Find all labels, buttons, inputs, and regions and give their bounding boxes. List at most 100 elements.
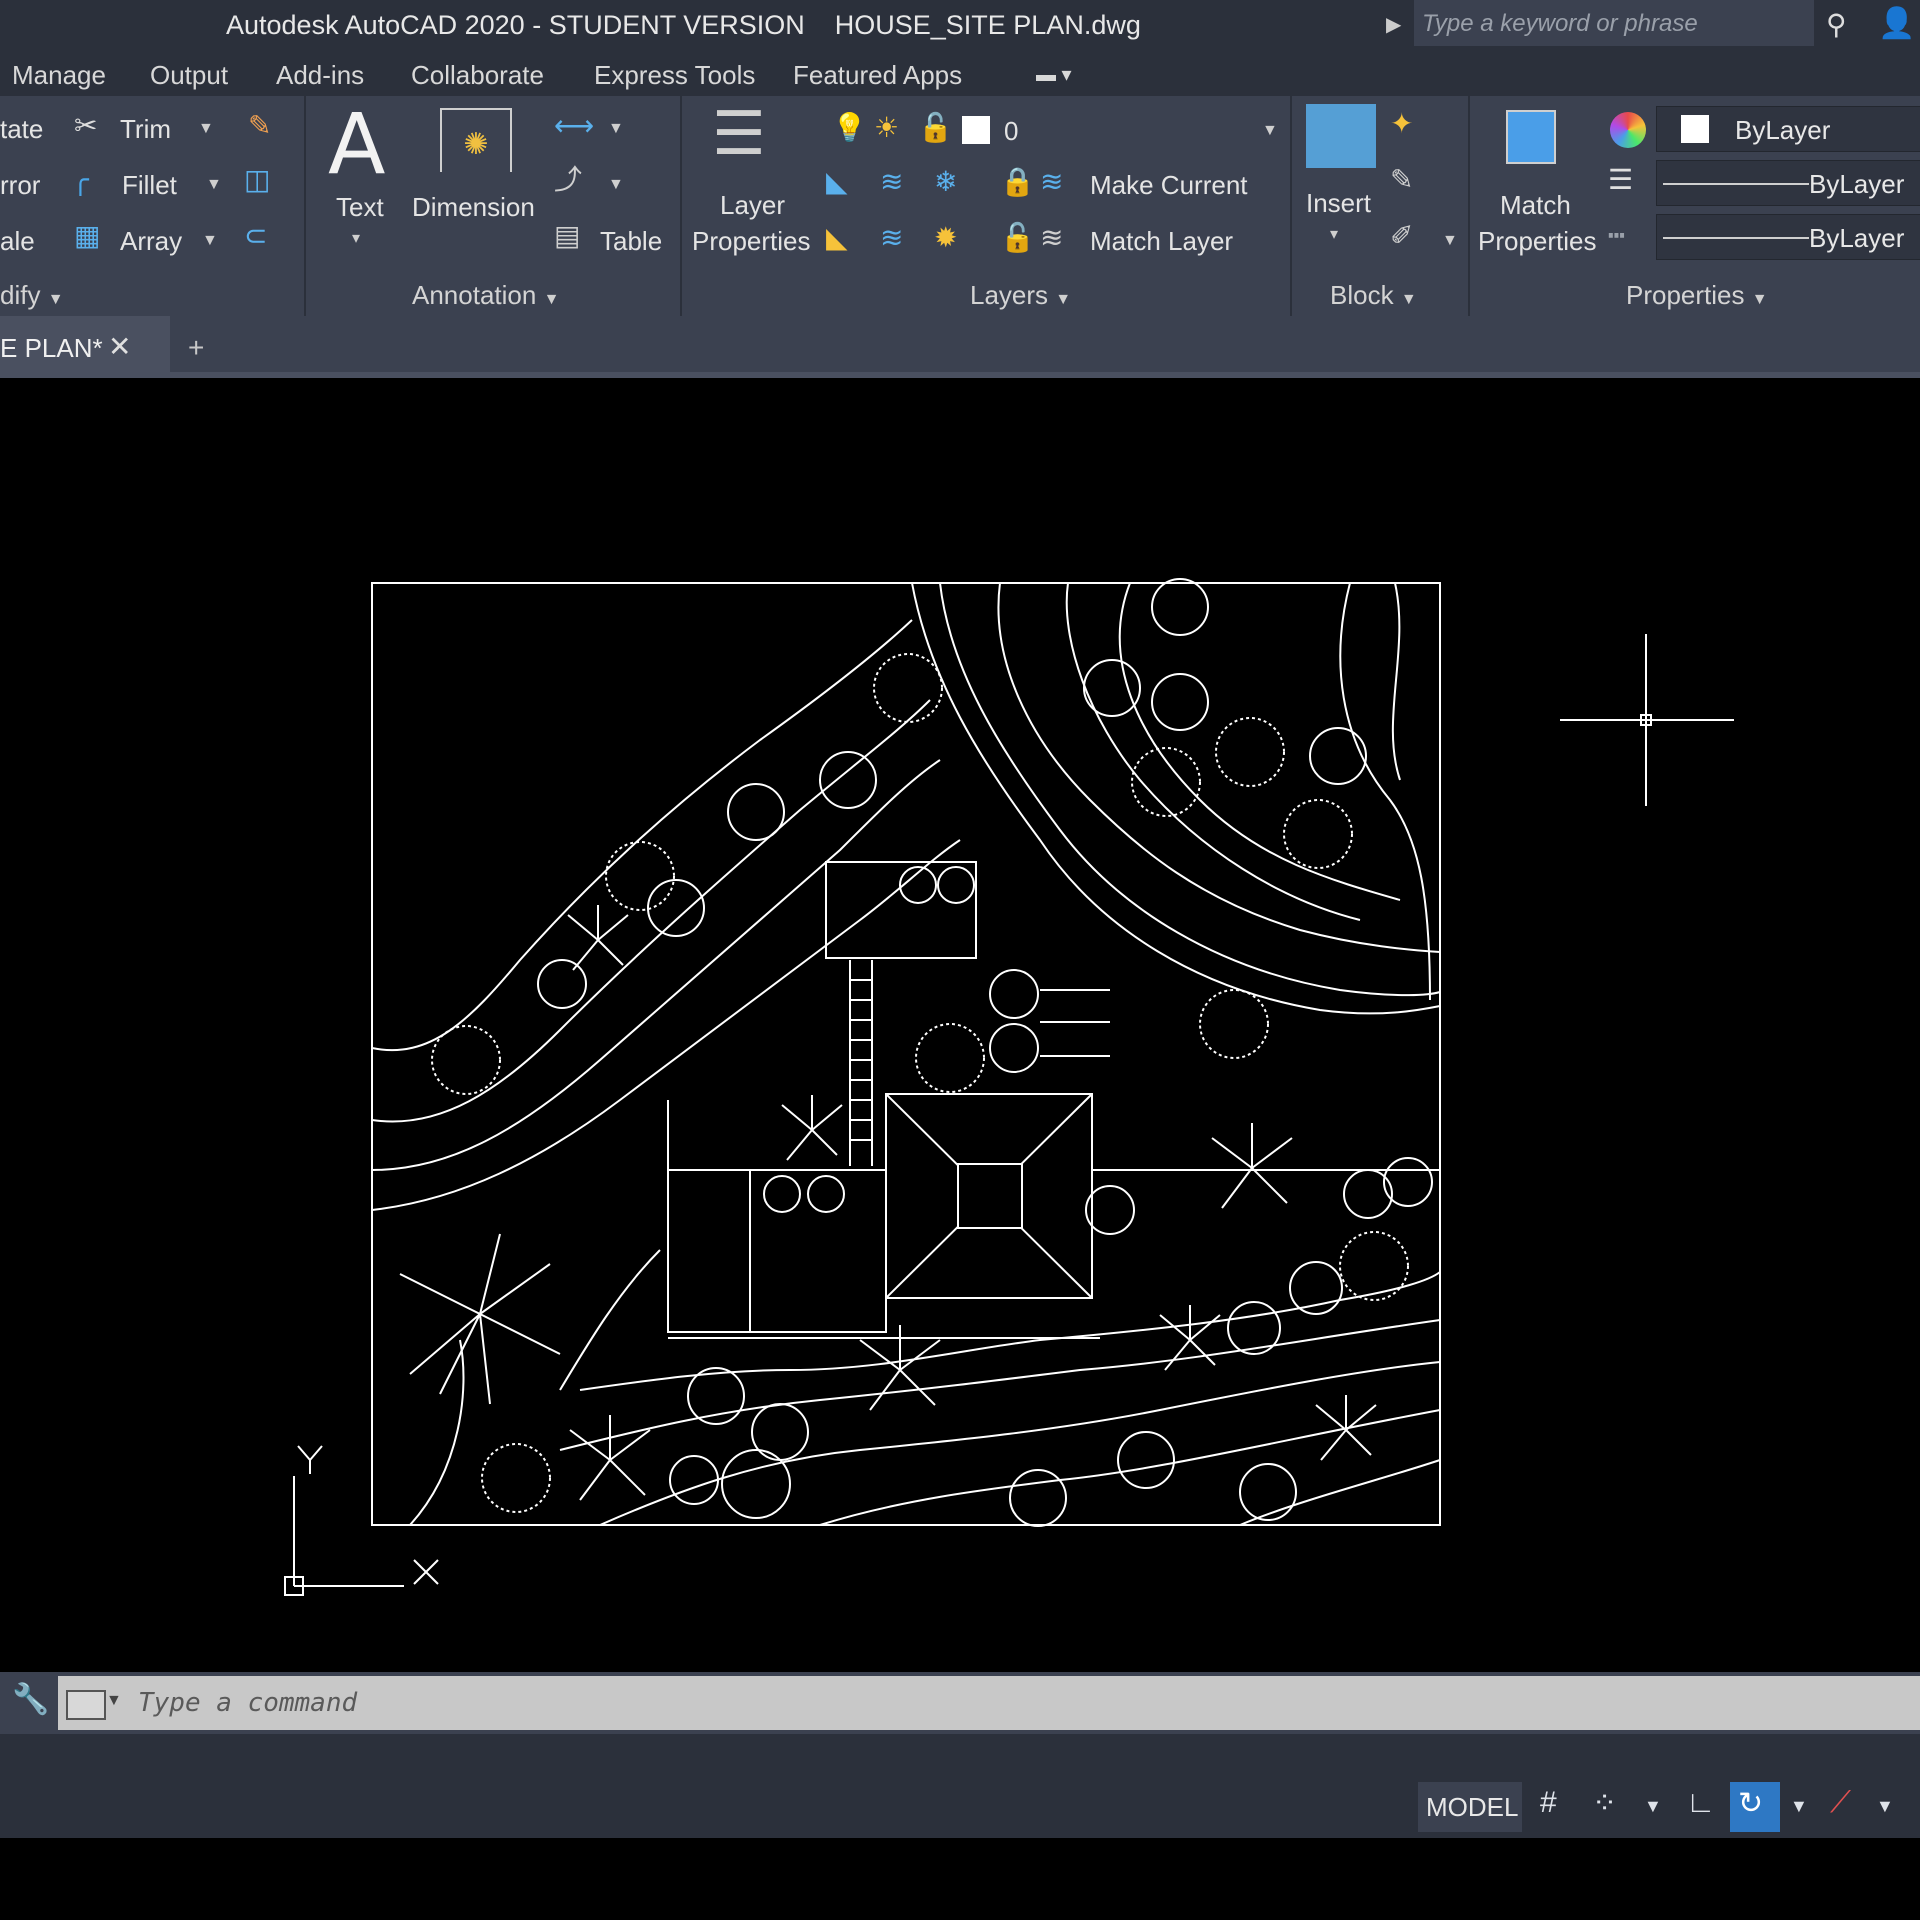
block-dropdown-icon[interactable]: ▼: [1442, 232, 1458, 250]
unlock-icon[interactable]: 🔓: [918, 114, 953, 142]
leader-icon[interactable]: ⤴: [554, 166, 582, 194]
command-history-icon[interactable]: [66, 1690, 106, 1720]
layer-freeze-icon[interactable]: ❄: [934, 168, 957, 196]
layer-properties-icon[interactable]: ☰: [712, 104, 766, 164]
isodraft-icon[interactable]: ⟋: [1830, 1786, 1851, 1820]
ortho-icon[interactable]: ∟: [1686, 1786, 1715, 1820]
explode-icon[interactable]: ◫: [244, 166, 270, 194]
linetype-value: ByLayer: [1809, 223, 1905, 253]
modify-panel-title[interactable]: dify ▼: [0, 280, 64, 311]
site-plan-drawing: [284, 578, 1734, 1596]
insert-block-icon[interactable]: [1306, 104, 1376, 168]
table-icon[interactable]: ▤: [554, 222, 580, 250]
drawing-canvas[interactable]: [0, 378, 1920, 1672]
model-label: MODEL: [1426, 1792, 1519, 1822]
lightbulb-icon[interactable]: 💡: [832, 114, 867, 142]
snap-dropdown-icon[interactable]: ▼: [1644, 1796, 1662, 1817]
insert-dropdown-icon[interactable]: ▾: [1330, 224, 1338, 244]
grid-icon[interactable]: #: [1540, 1786, 1557, 1820]
annotation-panel-title[interactable]: Annotation ▼: [412, 280, 559, 311]
layer-unisolate-icon[interactable]: ≋: [880, 224, 903, 252]
scissors-icon: ✂: [74, 110, 98, 141]
tab-featured-apps[interactable]: Featured Apps: [793, 60, 962, 91]
create-block-icon[interactable]: ✦: [1390, 110, 1413, 138]
layer-on-icon[interactable]: ◣: [826, 224, 848, 252]
layer-lock-icon[interactable]: 🔒: [1000, 168, 1035, 196]
trim-dropdown-icon[interactable]: ▼: [198, 120, 214, 138]
tab-add-ins[interactable]: Add-ins: [276, 60, 364, 91]
make-current-button[interactable]: Make Current: [1090, 170, 1248, 201]
linear-dimension-dropdown-icon[interactable]: ▼: [608, 120, 624, 138]
color-wheel-icon[interactable]: [1610, 112, 1646, 148]
text-icon[interactable]: A: [328, 102, 385, 186]
color-value: ByLayer: [1735, 115, 1831, 145]
contour-line: [1065, 582, 1361, 921]
expand-arrow-icon[interactable]: ▶: [1386, 12, 1401, 37]
close-icon[interactable]: ✕: [108, 330, 131, 363]
search-placeholder: Type a keyword or phrase: [1422, 10, 1698, 37]
match-properties-label-2[interactable]: Properties: [1478, 226, 1597, 257]
tab-output[interactable]: Output: [150, 60, 228, 91]
ribbon-toggle-icon[interactable]: ▬ ▾: [1036, 62, 1072, 87]
snap-icon[interactable]: ⁘: [1592, 1786, 1617, 1821]
linetype-combo[interactable]: ByLayer: [1656, 214, 1920, 260]
user-account-icon[interactable]: 👤: [1878, 6, 1915, 41]
leader-dropdown-icon[interactable]: ▼: [608, 176, 624, 194]
layer-properties-label-1[interactable]: Layer: [720, 190, 785, 221]
insert-button[interactable]: Insert: [1306, 188, 1371, 219]
command-dropdown-icon[interactable]: ▼: [106, 1692, 122, 1710]
fillet-dropdown-icon[interactable]: ▼: [206, 176, 222, 194]
sun-icon[interactable]: ☀: [874, 114, 899, 142]
new-tab-icon[interactable]: +: [188, 332, 204, 364]
tab-express-tools[interactable]: Express Tools: [594, 60, 755, 91]
mirror-button[interactable]: rror: [0, 170, 40, 201]
layer-isolate-icon[interactable]: ≋: [880, 168, 903, 196]
binoculars-icon[interactable]: ⚲: [1826, 8, 1847, 41]
text-dropdown-icon[interactable]: ▾: [352, 228, 360, 248]
linetype-icon: ┅: [1608, 220, 1625, 251]
layer-properties-label-2[interactable]: Properties: [692, 226, 811, 257]
keyword-search-input[interactable]: Type a keyword or phrase: [1414, 0, 1814, 46]
polar-dropdown-icon[interactable]: ▼: [1790, 1796, 1808, 1817]
isodraft-dropdown-icon[interactable]: ▼: [1876, 1796, 1894, 1817]
garage-pad: [825, 861, 977, 959]
site-boundary: [371, 582, 1441, 1526]
lineweight-combo[interactable]: ByLayer: [1656, 160, 1920, 206]
match-properties-label-1[interactable]: Match: [1500, 190, 1571, 221]
properties-panel-title[interactable]: Properties ▼: [1626, 280, 1768, 311]
tab-manage[interactable]: Manage: [12, 60, 106, 91]
offset-icon[interactable]: ⊂: [244, 222, 267, 250]
text-button[interactable]: Text: [336, 192, 384, 223]
match-layer-button[interactable]: Match Layer: [1090, 226, 1233, 257]
polar-icon: ↻: [1738, 1787, 1764, 1820]
status-bar: [0, 1734, 1920, 1838]
tab-collaborate[interactable]: Collaborate: [411, 60, 544, 91]
array-dropdown-icon[interactable]: ▼: [202, 232, 218, 250]
layer-unlock-icon[interactable]: 🔓: [1000, 224, 1035, 252]
layers-panel-title[interactable]: Layers ▼: [970, 280, 1071, 311]
color-combo[interactable]: ByLayer: [1656, 106, 1920, 152]
array-button[interactable]: Array: [120, 226, 182, 257]
dimension-icon[interactable]: ✺: [440, 108, 512, 172]
table-button[interactable]: Table: [600, 226, 662, 257]
linear-dimension-icon[interactable]: ⟷: [554, 112, 594, 140]
block-panel-title[interactable]: Block ▼: [1330, 280, 1417, 311]
layer-thaw-icon[interactable]: ✹: [934, 224, 957, 252]
model-space-button[interactable]: MODEL: [1418, 1782, 1522, 1832]
layer-dropdown-icon[interactable]: ▼: [1262, 122, 1278, 140]
dimension-button[interactable]: Dimension: [412, 192, 535, 223]
wrench-icon[interactable]: 🔧: [12, 1682, 49, 1717]
contour-line: [1339, 582, 1431, 1001]
contour-line: [1391, 582, 1401, 781]
edit-attributes-icon[interactable]: ✐: [1390, 222, 1413, 250]
edit-block-icon[interactable]: ✎: [1390, 166, 1413, 194]
rotate-button[interactable]: tate: [0, 114, 43, 145]
trim-button[interactable]: Trim: [120, 114, 171, 145]
erase-icon[interactable]: ✎: [248, 112, 271, 140]
lineweight-value: ByLayer: [1809, 169, 1905, 199]
document-tab-label[interactable]: E PLAN*: [0, 333, 103, 364]
match-properties-icon[interactable]: [1506, 110, 1556, 164]
scale-button[interactable]: ale: [0, 226, 35, 257]
layer-off-icon[interactable]: ◣: [826, 168, 848, 196]
fillet-button[interactable]: Fillet: [122, 170, 177, 201]
